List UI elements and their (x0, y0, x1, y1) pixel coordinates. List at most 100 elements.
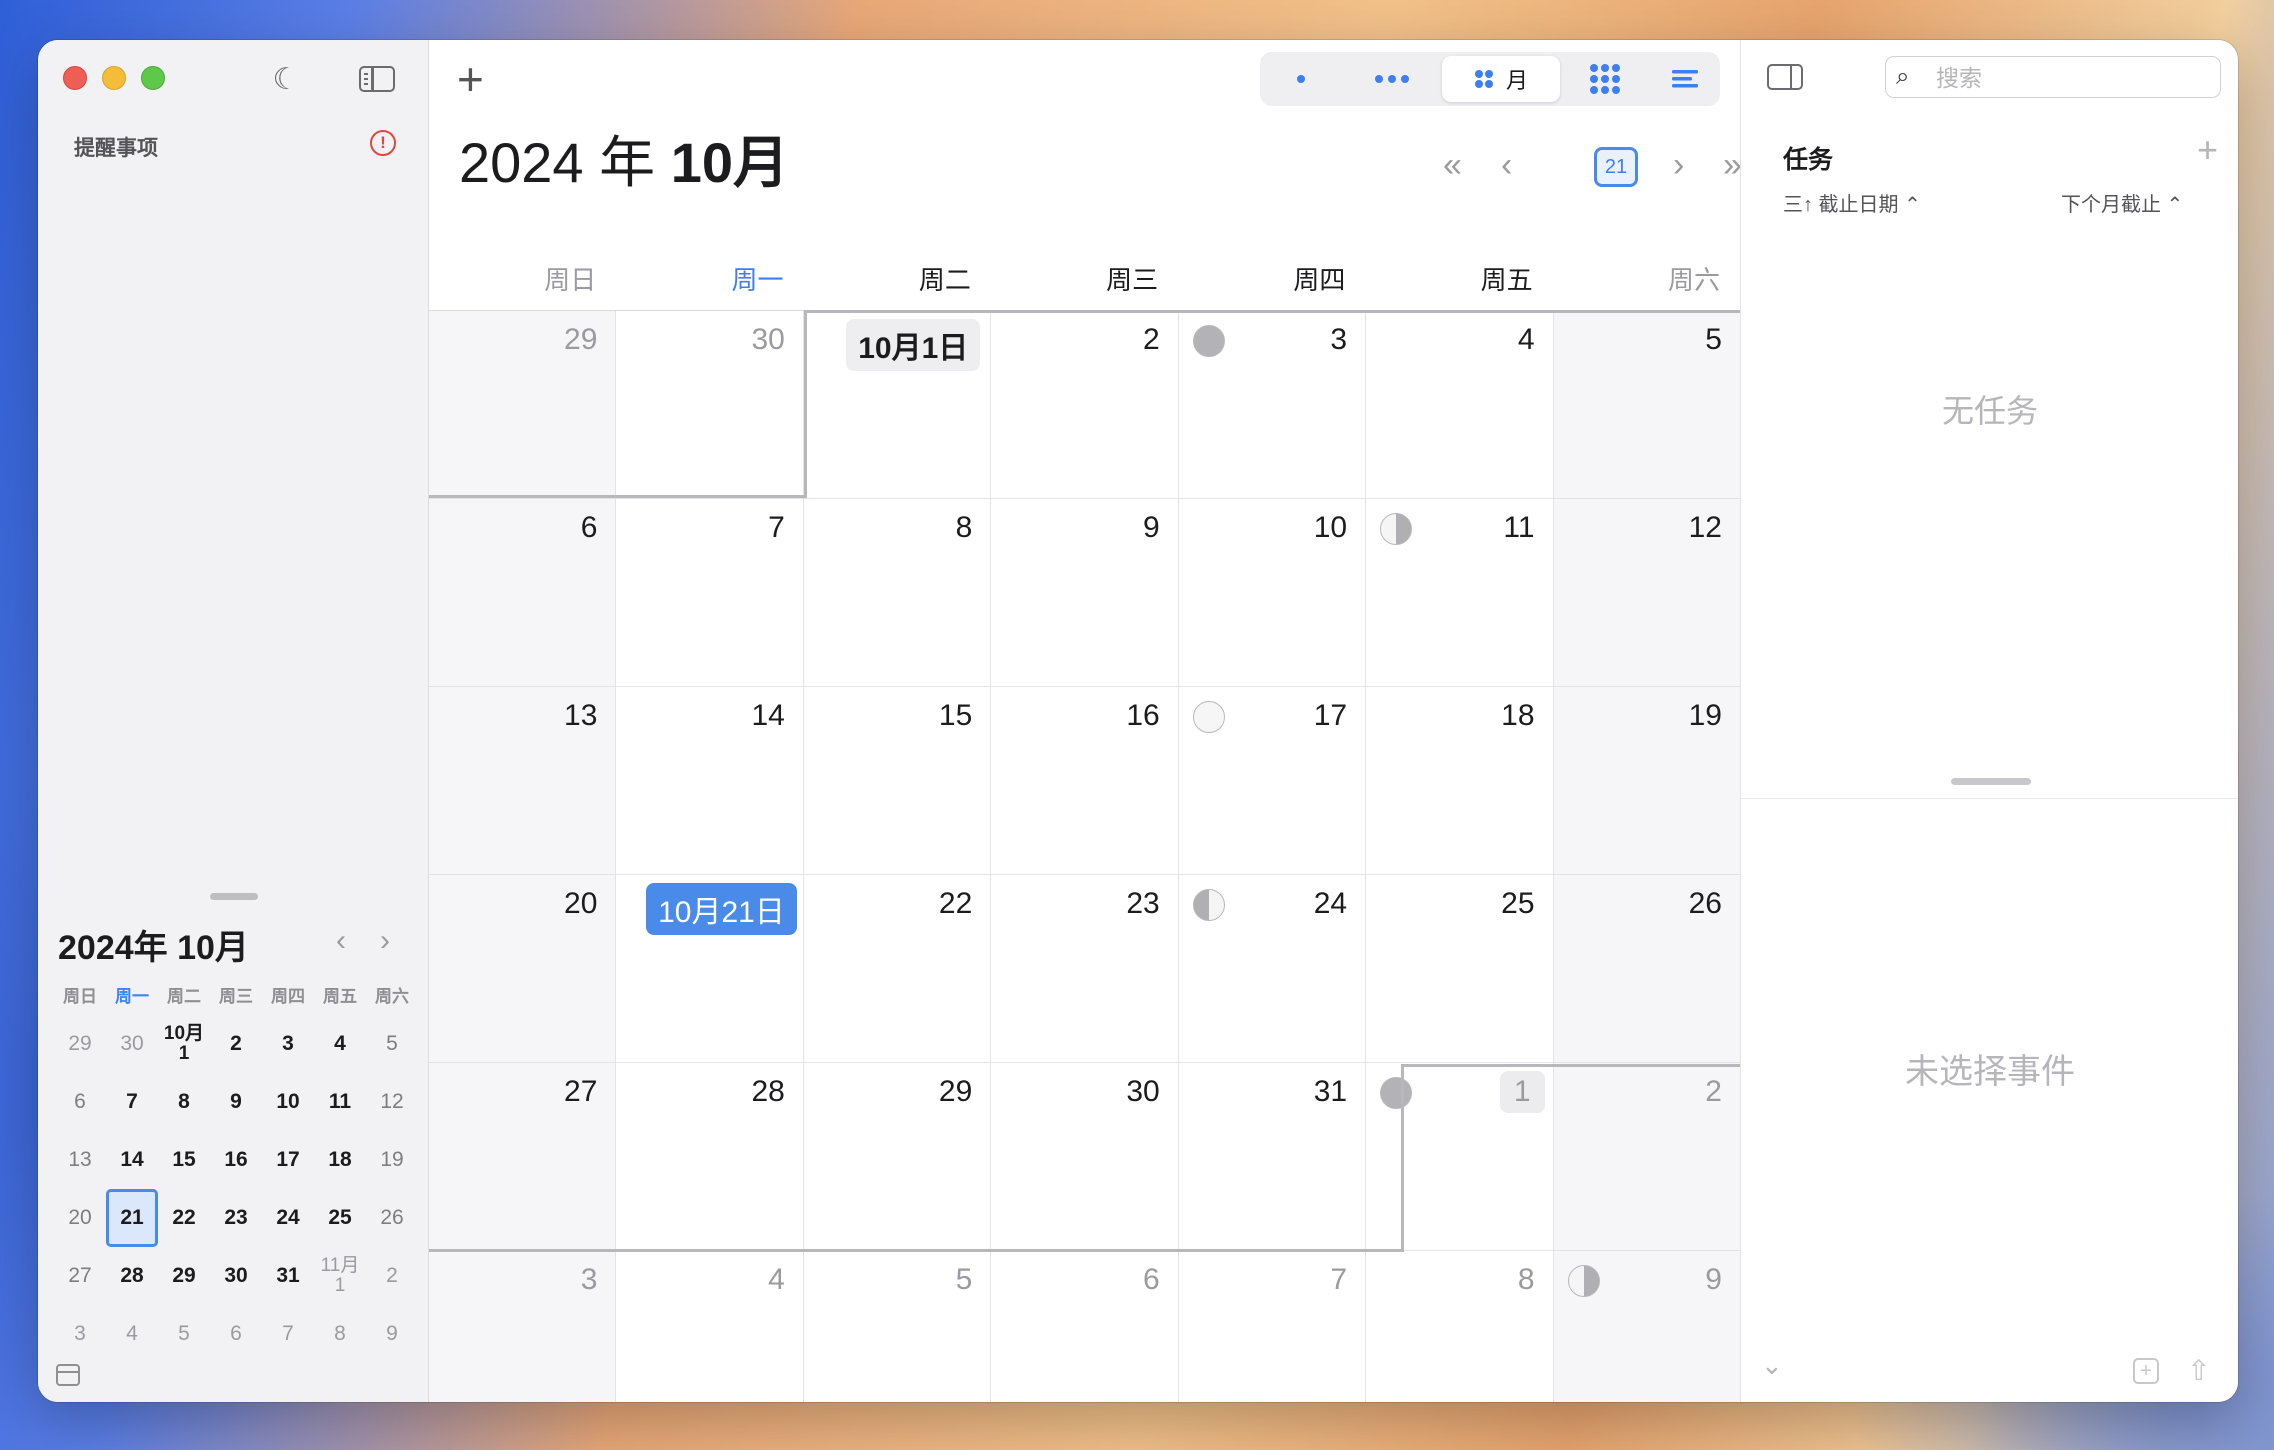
mini-day[interactable]: 5 (366, 1015, 418, 1073)
day-cell[interactable]: 9 (1553, 1251, 1740, 1402)
mini-day[interactable]: 11 (314, 1073, 366, 1131)
previous-year-icon[interactable]: « (1443, 148, 1462, 182)
day-cell[interactable]: 15 (804, 687, 992, 874)
day-cell[interactable]: 4 (616, 1251, 804, 1402)
calendar-list-icon[interactable] (56, 1364, 80, 1386)
previous-month-icon[interactable]: ‹ (1501, 148, 1512, 182)
sidebar-toggle-icon[interactable] (359, 66, 395, 92)
mini-day[interactable]: 12 (366, 1073, 418, 1131)
mini-day[interactable]: 7 (262, 1305, 314, 1363)
mini-day[interactable]: 9 (210, 1073, 262, 1131)
add-to-calendar-icon[interactable]: + (2133, 1358, 2159, 1384)
mini-day[interactable]: 2 (210, 1015, 262, 1073)
mini-day[interactable]: 25 (314, 1189, 366, 1247)
day-cell[interactable]: 30 (616, 311, 804, 498)
mini-day[interactable]: 4 (106, 1305, 158, 1363)
month-view-button[interactable]: 月 (1442, 56, 1560, 102)
mini-day[interactable]: 4 (314, 1015, 366, 1073)
reminders-label[interactable]: 提醒事项 (74, 132, 158, 162)
mini-day[interactable]: 16 (210, 1131, 262, 1189)
day-cell[interactable]: 3 (429, 1251, 617, 1402)
mini-day[interactable]: 27 (54, 1247, 106, 1305)
search-input[interactable] (1936, 63, 2206, 93)
year-view-button[interactable] (1560, 56, 1650, 102)
mini-day[interactable]: 11月 1 (314, 1247, 366, 1305)
day-cell[interactable]: 13 (429, 687, 617, 874)
add-event-button[interactable]: + (457, 54, 484, 104)
day-cell[interactable]: 2 (991, 311, 1179, 498)
day-cell[interactable]: 10月1日 (804, 311, 992, 498)
day-cell[interactable]: 10月21日 (616, 875, 804, 1062)
mini-day[interactable]: 19 (366, 1131, 418, 1189)
mini-day[interactable]: 26 (366, 1189, 418, 1247)
day-cell[interactable]: 30 (991, 1063, 1179, 1250)
mini-day[interactable]: 10月 1 (158, 1015, 210, 1073)
mini-day[interactable]: 3 (262, 1015, 314, 1073)
day-cell[interactable]: 5 (804, 1251, 992, 1402)
day-cell[interactable]: 26 (1553, 875, 1740, 1062)
day-cell[interactable]: 14 (616, 687, 804, 874)
day-cell[interactable]: 9 (991, 499, 1179, 686)
mini-day[interactable]: 3 (54, 1305, 106, 1363)
minimize-button[interactable] (102, 66, 126, 90)
due-range-button[interactable]: 下个月截止 ⌃ (2061, 188, 2183, 217)
day-view-button[interactable] (1260, 56, 1342, 102)
alert-icon[interactable]: ! (370, 130, 396, 156)
day-cell[interactable]: 2 (1553, 1063, 1740, 1250)
mini-day[interactable]: 14 (106, 1131, 158, 1189)
mini-day[interactable]: 24 (262, 1189, 314, 1247)
list-view-button[interactable] (1650, 56, 1720, 102)
mini-day[interactable]: 17 (262, 1131, 314, 1189)
day-cell[interactable]: 10 (1179, 499, 1367, 686)
day-cell[interactable]: 1 (1366, 1063, 1554, 1250)
day-cell[interactable]: 7 (616, 499, 804, 686)
add-task-button[interactable]: + (2197, 132, 2218, 168)
day-cell[interactable]: 8 (804, 499, 992, 686)
day-cell[interactable]: 4 (1366, 311, 1554, 498)
inspector-toggle-icon[interactable] (1767, 64, 1803, 90)
today-button[interactable]: 21 (1594, 147, 1638, 187)
day-cell[interactable]: 12 (1553, 499, 1740, 686)
mini-day[interactable]: 13 (54, 1131, 106, 1189)
mini-calendar-prev-icon[interactable]: ‹ (336, 924, 346, 958)
day-cell[interactable]: 8 (1366, 1251, 1554, 1402)
day-cell[interactable]: 17 (1179, 687, 1367, 874)
mini-calendar-next-icon[interactable]: › (380, 924, 390, 958)
mini-day[interactable]: 10 (262, 1073, 314, 1131)
mini-day[interactable]: 6 (210, 1305, 262, 1363)
day-cell[interactable]: 29 (804, 1063, 992, 1250)
day-cell[interactable]: 5 (1553, 311, 1740, 498)
search-field[interactable]: ⌕ (1885, 56, 2221, 98)
mini-day[interactable]: 30 (210, 1247, 262, 1305)
day-cell[interactable]: 19 (1553, 687, 1740, 874)
mini-day[interactable]: 22 (158, 1189, 210, 1247)
mini-day[interactable]: 23 (210, 1189, 262, 1247)
mini-day[interactable]: 28 (106, 1247, 158, 1305)
day-cell[interactable]: 25 (1366, 875, 1554, 1062)
chevron-down-icon[interactable]: ⌄ (1761, 1350, 1783, 1381)
share-icon[interactable]: ⇧ (2187, 1354, 2210, 1387)
day-cell[interactable]: 6 (991, 1251, 1179, 1402)
week-view-button[interactable] (1342, 56, 1442, 102)
mini-day[interactable]: 29 (158, 1247, 210, 1305)
day-cell[interactable]: 23 (991, 875, 1179, 1062)
mini-day[interactable]: 29 (54, 1015, 106, 1073)
next-month-icon[interactable]: › (1673, 148, 1684, 182)
day-cell[interactable]: 20 (429, 875, 617, 1062)
day-cell[interactable]: 16 (991, 687, 1179, 874)
day-cell[interactable]: 18 (1366, 687, 1554, 874)
mini-day[interactable]: 2 (366, 1247, 418, 1305)
day-cell[interactable]: 28 (616, 1063, 804, 1250)
mini-day[interactable]: 31 (262, 1247, 314, 1305)
day-cell[interactable]: 11 (1366, 499, 1554, 686)
zoom-button[interactable] (141, 66, 165, 90)
day-cell[interactable]: 7 (1179, 1251, 1367, 1402)
day-cell[interactable]: 27 (429, 1063, 617, 1250)
sidebar-resize-handle[interactable] (210, 893, 258, 900)
mini-day[interactable]: 6 (54, 1073, 106, 1131)
mini-day[interactable]: 15 (158, 1131, 210, 1189)
day-cell[interactable]: 6 (429, 499, 617, 686)
mini-day[interactable]: 7 (106, 1073, 158, 1131)
sort-by-due-date-button[interactable]: 三↑ 截止日期 ⌃ (1783, 188, 1921, 217)
mini-day[interactable]: 21 (106, 1189, 158, 1247)
